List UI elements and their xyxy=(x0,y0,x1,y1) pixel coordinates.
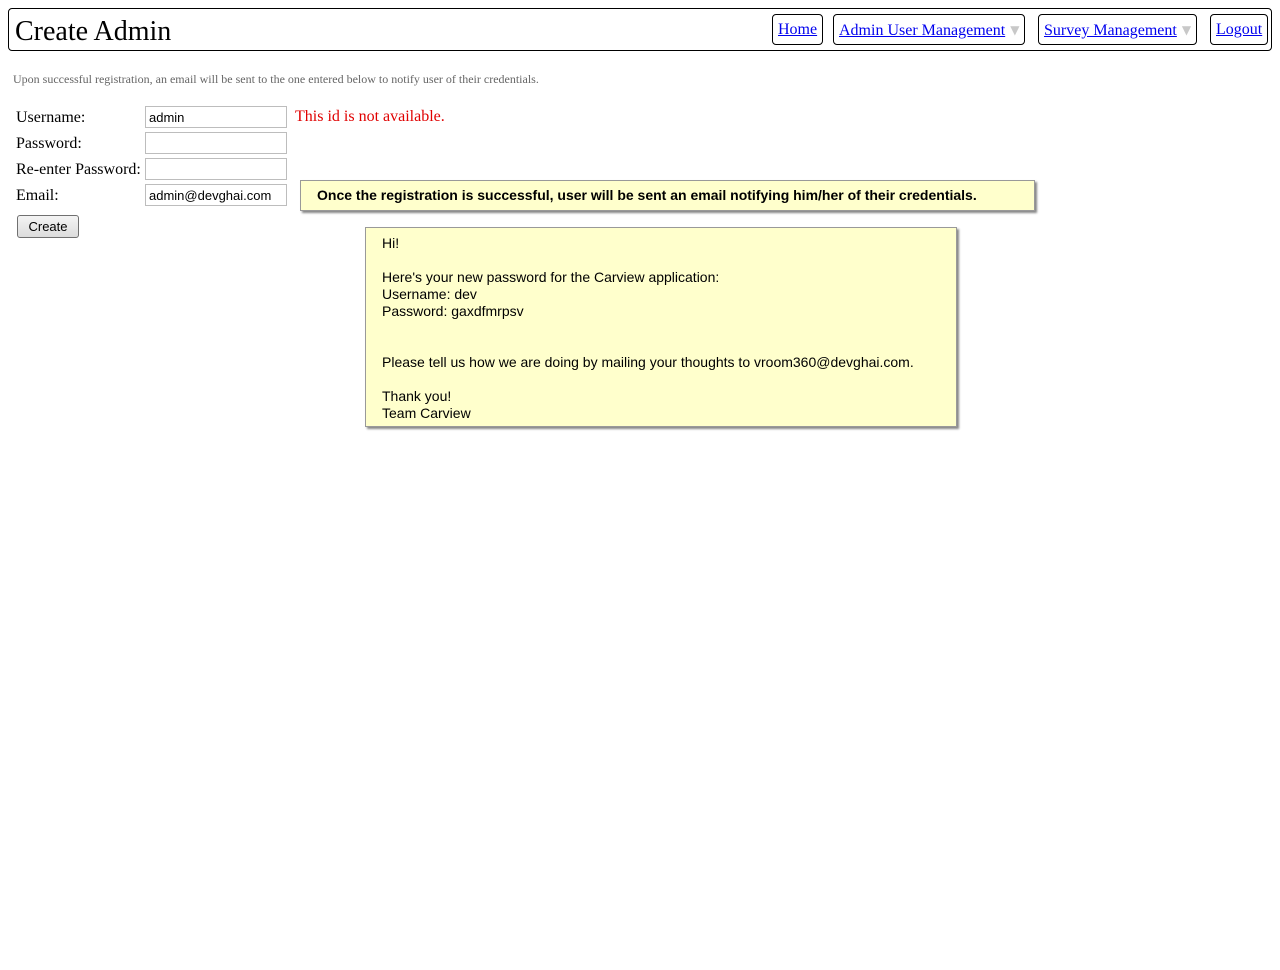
email-thanks-line: Thank you! xyxy=(382,388,452,404)
create-button[interactable]: Create xyxy=(17,215,79,238)
email-username-line: Username: dev xyxy=(382,286,477,302)
nav-logout-button[interactable]: Logout xyxy=(1210,14,1269,45)
chevron-down-icon[interactable]: ▼ xyxy=(1182,15,1191,45)
nav-admin-user-management-link[interactable]: Admin User Management xyxy=(839,22,1005,39)
username-input[interactable] xyxy=(145,106,287,128)
nav-survey-management-button[interactable]: Survey Management ▼ xyxy=(1038,14,1198,45)
email-blank-line xyxy=(382,337,940,354)
email-blank-line xyxy=(382,252,940,269)
email-intro-line: Here's your new password for the Carview… xyxy=(382,269,720,285)
email-preview-tooltip: Hi! Here's your new password for the Car… xyxy=(365,227,957,427)
nav-home-link[interactable]: Home xyxy=(778,21,817,38)
nav-survey-management-link[interactable]: Survey Management xyxy=(1044,22,1177,39)
password-input[interactable] xyxy=(145,132,287,154)
nav-admin-user-management-button[interactable]: Admin User Management ▼ xyxy=(833,14,1026,45)
email-password-line: Password: gaxdfmrpsv xyxy=(382,303,524,319)
email-blank-line xyxy=(382,371,940,388)
email-greeting: Hi! xyxy=(382,235,400,251)
page-title: Create Admin xyxy=(15,16,172,47)
chevron-down-icon[interactable]: ▼ xyxy=(1010,15,1019,45)
reenter-password-input[interactable] xyxy=(145,158,287,180)
reenter-password-label: Re-enter Password: xyxy=(16,161,141,178)
registration-intro-text: Upon successful registration, an email w… xyxy=(13,72,539,86)
registration-tooltip: Once the registration is successful, use… xyxy=(300,180,1035,211)
username-error-text: This id is not available. xyxy=(295,108,445,125)
email-feedback-line: Please tell us how we are doing by maili… xyxy=(382,354,914,370)
password-label: Password: xyxy=(16,135,82,152)
username-label: Username: xyxy=(16,109,86,126)
email-blank-line xyxy=(382,320,940,337)
email-input[interactable] xyxy=(145,184,287,206)
email-label: Email: xyxy=(16,187,59,204)
nav-home-button[interactable]: Home xyxy=(772,14,824,45)
nav-logout-link[interactable]: Logout xyxy=(1216,21,1262,38)
email-signature-line: Team Carview xyxy=(382,405,471,421)
header-bar: Create Admin Home Admin User Management ▼… xyxy=(8,8,1272,51)
